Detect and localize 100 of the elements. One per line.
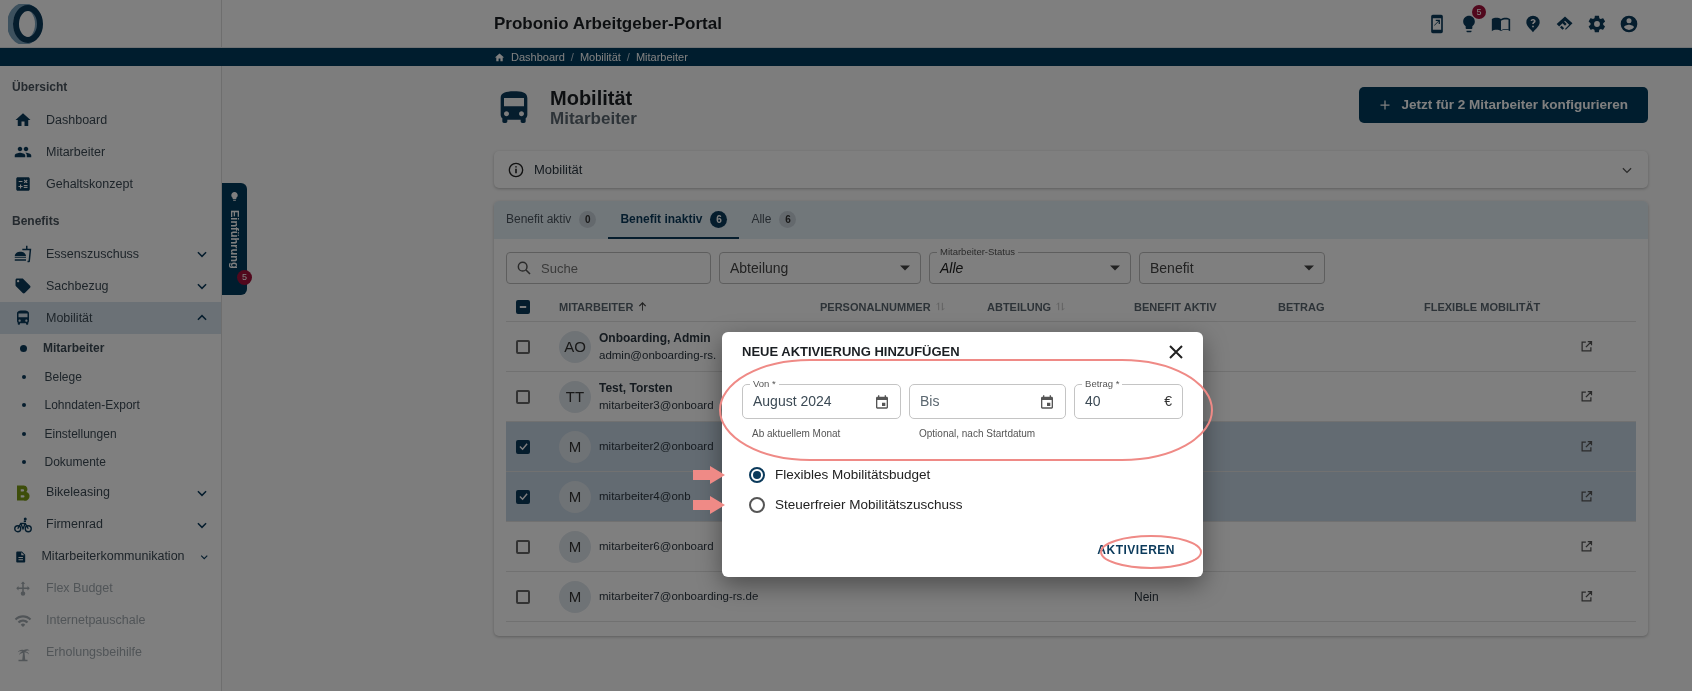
column-header[interactable]: PERSONALNUMMER: [820, 298, 931, 316]
submenu-item[interactable]: Dokumente: [0, 448, 221, 477]
breadcrumb-link[interactable]: Dashboard: [511, 48, 565, 66]
sidebar-item[interactable]: Mobilität: [0, 302, 221, 334]
open-in-new-icon[interactable]: [1578, 339, 1594, 355]
sidebar-item[interactable]: Mitarbeiterkommunikation: [0, 540, 221, 573]
calendar-icon[interactable]: [1039, 393, 1056, 410]
sidebar-item[interactable]: Bikeleasing: [0, 476, 221, 509]
employee-email: mitarbeiter7@onboarding-rs.de: [599, 589, 759, 605]
dropdown-caret-icon: [900, 265, 910, 272]
home-icon[interactable]: [494, 51, 505, 63]
search-icon: [516, 260, 532, 277]
row-checkbox[interactable]: [516, 339, 530, 354]
sidebar-item[interactable]: Firmenrad: [0, 508, 221, 541]
avatar: TT: [559, 380, 591, 413]
submenu-item[interactable]: Belege: [0, 362, 221, 391]
tab[interactable]: Benefit aktiv 0: [494, 201, 609, 240]
avatar: M: [559, 580, 591, 613]
field-label: Von *: [750, 378, 779, 389]
calendar-icon[interactable]: [874, 393, 890, 410]
helper-text: Ab aktuellem Monat: [751, 427, 842, 438]
close-icon[interactable]: [1169, 345, 1183, 359]
employee-email: mitarbeiter3@onboard: [599, 398, 714, 414]
plus-icon: [1379, 99, 1392, 111]
open-in-new-icon[interactable]: [1578, 389, 1594, 405]
open-in-new-icon[interactable]: [1578, 589, 1594, 605]
tab[interactable]: Alle 6: [739, 201, 809, 240]
bus-icon: [14, 309, 32, 327]
activate-button[interactable]: AKTIVIEREN: [1089, 535, 1183, 565]
breadcrumb-link[interactable]: Mitarbeiter: [635, 48, 688, 66]
avatar: M: [559, 480, 591, 513]
employee-name: Test, Torsten: [599, 380, 674, 398]
avatar: M: [559, 430, 591, 463]
food-icon: [14, 245, 32, 263]
open-in-new-icon[interactable]: [1578, 489, 1594, 505]
accordion-header[interactable]: Mobilität: [494, 151, 1648, 189]
column-header[interactable]: BETRAG: [1278, 298, 1325, 316]
settings-icon[interactable]: [1587, 13, 1607, 34]
tag-icon: [14, 277, 32, 295]
sidebar-item[interactable]: Sachbezug: [0, 270, 221, 302]
submenu-item[interactable]: Lohndaten-Export: [0, 391, 221, 420]
configure-button[interactable]: Jetzt für 2 Mitarbeiter konfigurieren: [1359, 87, 1648, 123]
info-icon: [508, 161, 524, 178]
row-checkbox[interactable]: [516, 589, 530, 604]
row-checkbox[interactable]: [516, 489, 530, 504]
employee-email: admin@onboarding-rs.: [599, 348, 717, 364]
select-all-checkbox[interactable]: [516, 299, 530, 314]
field-label: Mitarbeiter-Status: [937, 246, 1018, 258]
bullet-icon: [20, 344, 27, 352]
dropdown-caret-icon: [1110, 265, 1120, 272]
column-header[interactable]: ABTEILUNG: [987, 298, 1052, 316]
column-header[interactable]: MITARBEITER: [559, 298, 634, 316]
filter-select[interactable]: Benefit: [1139, 252, 1325, 285]
column-header[interactable]: BENEFIT AKTIV: [1134, 298, 1217, 316]
sidebar-item[interactable]: Dashboard: [0, 104, 221, 136]
pointer-arrow: [693, 496, 725, 514]
logo-icon: [14, 483, 32, 502]
column-header[interactable]: FLEXIBLE MOBILITÄT: [1424, 298, 1541, 316]
employee-email: mitarbeiter6@onboard: [599, 539, 714, 555]
page-title: Mobilität: [550, 87, 634, 109]
breadcrumb-link[interactable]: Mobilität: [579, 48, 621, 66]
avatar: AO: [559, 330, 591, 363]
bullet-icon: [21, 374, 26, 379]
field-label: Betrag *: [1082, 378, 1123, 389]
account-icon[interactable]: [1619, 13, 1639, 34]
notification-badge: 5: [1472, 4, 1486, 19]
filter-select[interactable]: Abteilung: [719, 252, 921, 285]
benefit-status: Nein: [1134, 589, 1159, 604]
search-field[interactable]: Suche: [506, 252, 711, 285]
breadcrumb-separator: /: [570, 49, 574, 65]
date-field[interactable]: Bis: [909, 384, 1067, 419]
sidebar-item[interactable]: Essenszuschuss: [0, 238, 221, 270]
lightbulb-icon: [229, 191, 240, 202]
sort-arrow-icon[interactable]: [637, 301, 649, 313]
arrows-icon: [14, 579, 32, 598]
sidebar-item[interactable]: Mitarbeiter: [0, 136, 221, 168]
tab[interactable]: Benefit inaktiv 6: [608, 201, 740, 240]
row-checkbox[interactable]: [516, 389, 530, 404]
radio-button[interactable]: [749, 497, 765, 513]
radio-button[interactable]: [749, 467, 765, 483]
radio-option[interactable]: Flexibles Mobilitätsbudget: [749, 464, 1183, 486]
logo-icon[interactable]: [8, 3, 44, 44]
dialog-title: NEUE AKTIVIERUNG HINZUFÜGEN: [742, 344, 960, 360]
sidebar-item[interactable]: Gehaltskonzept: [0, 168, 221, 200]
submenu-item[interactable]: Einstellungen: [0, 419, 221, 448]
avatar: M: [559, 530, 591, 563]
radio-option[interactable]: Steuerfreier Mobilitätszuschuss: [749, 494, 1183, 516]
home-icon: [14, 111, 32, 129]
count-badge: 6: [710, 210, 728, 228]
open-in-new-icon[interactable]: [1578, 539, 1594, 555]
help-icon[interactable]: [1523, 13, 1543, 34]
submenu-item[interactable]: Mitarbeiter: [0, 334, 221, 363]
row-checkbox[interactable]: [516, 439, 530, 454]
pointer-arrow: [693, 466, 725, 484]
open-in-new-icon[interactable]: [1578, 439, 1594, 455]
bullet-icon: [21, 403, 26, 408]
employee-email: mitarbeiter2@onboard: [599, 439, 714, 455]
employee-email: mitarbeiter4@onb: [599, 489, 691, 505]
count-badge: 6: [779, 210, 797, 228]
row-checkbox[interactable]: [516, 539, 530, 554]
